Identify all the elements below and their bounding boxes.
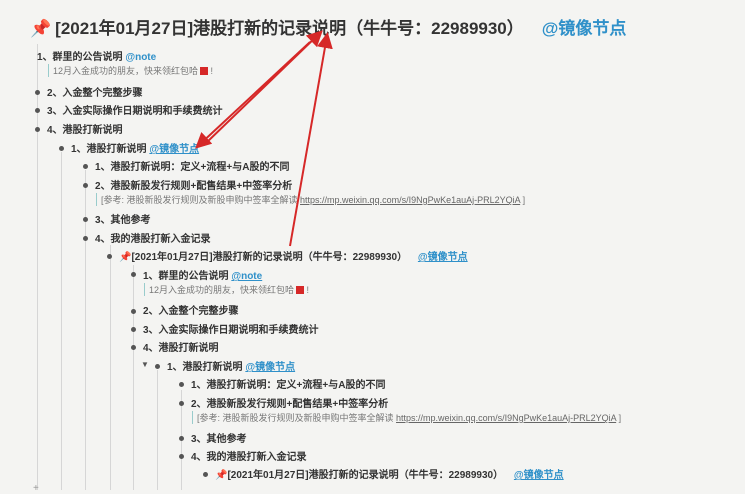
annotation-arrows <box>195 30 333 247</box>
arrow-line <box>289 32 333 247</box>
arrow-line <box>203 30 323 146</box>
